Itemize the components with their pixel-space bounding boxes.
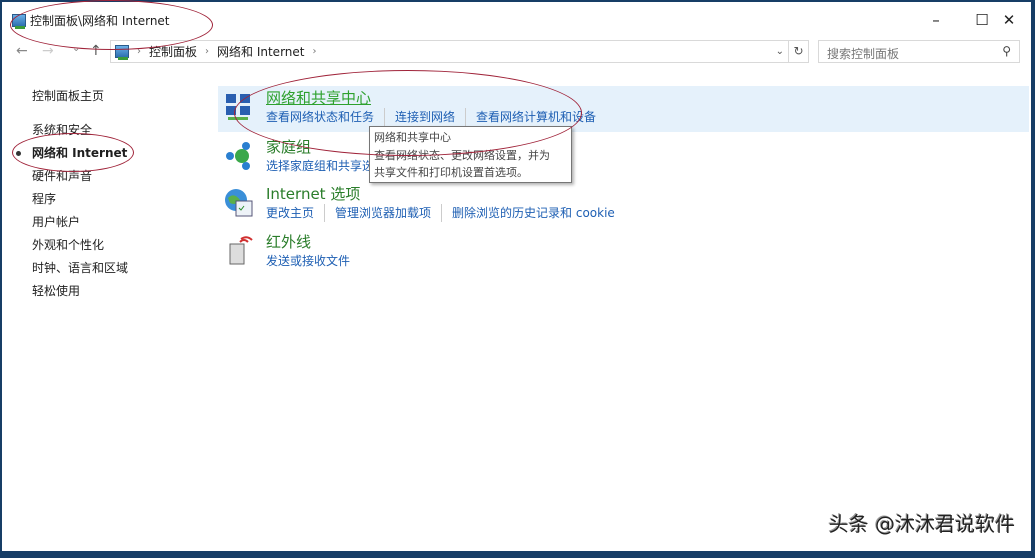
address-dropdown-icon[interactable]: ⌄ <box>776 46 784 57</box>
sidebar: 控制面板主页 系统和安全 网络和 Internet 硬件和声音 程序 用户帐户 … <box>15 85 128 303</box>
sidebar-item-user-accounts[interactable]: 用户帐户 <box>32 211 128 234</box>
address-bar[interactable]: › 控制面板 › 网络和 Internet › ⌄ ↻ <box>110 40 809 63</box>
back-button[interactable]: ← <box>16 43 28 59</box>
annotation-oval <box>10 0 213 50</box>
minimize-button[interactable]: – <box>913 8 959 32</box>
breadcrumb-separator[interactable]: › <box>205 46 209 57</box>
category-title[interactable]: 红外线 <box>266 230 1029 252</box>
tooltip-text: 共享文件和打印机设置首选项。 <box>374 166 528 179</box>
category-internet-options: Internet 选项 更改主页 管理浏览器加载项 删除浏览的历史记录和 coo… <box>218 182 1029 228</box>
search-input[interactable]: 搜索控制面板 ⚲ <box>818 40 1020 63</box>
search-icon[interactable]: ⚲ <box>1002 44 1011 58</box>
watermark: 头条 @沐沐君说软件 <box>828 512 1015 536</box>
sidebar-item-clock-region[interactable]: 时钟、语言和区域 <box>32 257 128 280</box>
category-link[interactable]: 删除浏览的历史记录和 cookie <box>452 204 625 222</box>
internet-options-icon <box>225 189 253 217</box>
category-link[interactable]: 更改主页 <box>266 204 326 222</box>
control-panel-window: 控制面板\网络和 Internet – ☐ ✕ ← → ⌄ ↑ › 控制面板 ›… <box>2 0 1032 551</box>
refresh-button[interactable]: ↻ <box>788 41 808 62</box>
infrared-icon <box>229 236 253 265</box>
search-placeholder: 搜索控制面板 <box>827 47 900 61</box>
sidebar-item-programs[interactable]: 程序 <box>32 188 128 211</box>
category-link[interactable]: 发送或接收文件 <box>266 252 360 270</box>
category-title[interactable]: Internet 选项 <box>266 182 1029 204</box>
breadcrumb-network-internet[interactable]: 网络和 Internet <box>217 43 304 60</box>
homegroup-icon <box>226 142 250 170</box>
category-link[interactable]: 管理浏览器加载项 <box>335 204 443 222</box>
breadcrumb-separator[interactable]: › <box>312 46 316 57</box>
sidebar-item-ease-of-access[interactable]: 轻松使用 <box>32 280 128 303</box>
category-infrared: 红外线 发送或接收文件 <box>218 230 1029 276</box>
annotation-oval <box>12 133 134 172</box>
annotation-oval <box>234 70 582 156</box>
close-button[interactable]: ✕ <box>986 8 1032 32</box>
sidebar-item-appearance[interactable]: 外观和个性化 <box>32 234 128 257</box>
sidebar-home[interactable]: 控制面板主页 <box>32 85 128 108</box>
